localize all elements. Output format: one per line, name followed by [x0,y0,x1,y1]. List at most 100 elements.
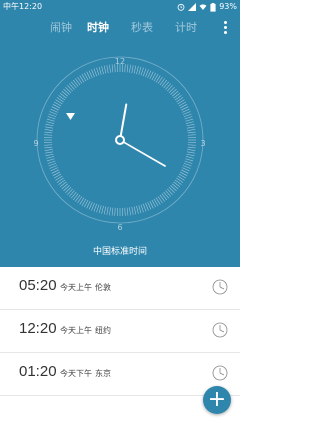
clock-tick [129,207,131,216]
tab-alarm[interactable]: 闹钟 [41,18,81,38]
clock-tick [133,65,137,74]
clock-tick [187,134,196,136]
world-clock-city: 纽约 [95,326,111,335]
world-clock-day: 今天上午 [60,283,92,292]
clock-tick [184,160,193,164]
world-clock-city: 伦敦 [95,283,111,292]
clock-center [115,135,125,145]
clock-tick [45,153,54,157]
clock-tick [46,158,55,162]
clock-tick [45,126,54,129]
world-clock-time: 01:20 [19,363,57,380]
clock-tick [145,202,149,211]
clock-tick [187,131,196,134]
clock-tick [187,144,196,146]
clock-tick [186,151,195,154]
mini-clock-icon [212,322,228,338]
clock-tick [44,134,53,136]
clock-panel: 中午12:20 93% 闹钟 时钟 秒表 计时 12 3 6 9 中国标准时间 [0,0,240,267]
clock-tick [111,64,114,73]
status-time: 中午12:20 [3,2,43,11]
clock-tick [44,149,53,151]
wifi-icon [199,4,207,10]
tab-timer[interactable]: 计时 [166,18,206,38]
world-clock-day: 今天上午 [60,326,92,335]
status-icons: 93% [177,0,237,14]
clock-tick [91,69,95,78]
numeral-12: 12 [115,57,125,66]
clock-tick [106,65,109,74]
clock-tick [98,66,102,75]
tab-stopwatch[interactable]: 秒表 [122,18,162,38]
clock-tick [93,68,98,77]
clock-tick [124,207,126,216]
status-bar: 中午12:20 93% [0,0,240,14]
world-clock-list: 05:20 今天上午 伦敦 12:20 今天上午 纽约 01:20 今天下午 东… [0,267,240,396]
clock-tick [147,70,152,79]
clock-tick [187,146,196,149]
world-clock-item[interactable]: 01:20 今天下午 东京 [0,353,240,396]
world-clock-day: 今天下午 [60,369,92,378]
clock-tick [98,205,102,214]
clock-tick [187,149,196,151]
clock-tick [96,67,100,76]
clock-tick [133,206,137,215]
clock-tick [47,160,56,164]
clock-tick [187,129,196,131]
clock-tick [138,205,142,214]
clock-tick [186,153,195,157]
clock-tick [136,66,139,75]
timezone-label: 中国标准时间 [92,247,147,257]
clock-tick [49,165,58,169]
add-city-button[interactable]: + [203,386,231,414]
seconds-marker-icon [66,113,75,120]
clock-tick [109,64,111,73]
clock-tick [46,121,55,124]
clock-tick [91,202,95,211]
clock-tick [182,111,191,115]
clock-tick [145,69,149,78]
clock-tick [47,116,56,120]
tab-bar: 闹钟 时钟 秒表 计时 [0,18,240,38]
clock-tick [129,64,131,73]
clock-tick [147,201,152,210]
world-clock-item[interactable]: 05:20 今天上午 伦敦 [0,267,240,310]
clock-tick [184,116,193,120]
clock-tick [181,167,190,172]
clock-tick [182,165,191,169]
numeral-9: 9 [33,139,38,148]
tab-clock[interactable]: 时钟 [78,18,118,38]
battery-icon [210,2,216,12]
clock-tick [183,113,192,118]
clock-tick [186,123,195,127]
clock-tick [103,65,107,74]
clock-tick [142,203,147,212]
clock-tick [185,118,194,122]
clock-tick [140,204,144,213]
more-options-icon[interactable] [224,21,228,35]
clock-tick [48,113,57,118]
world-clock-city: 东京 [95,369,111,378]
clock-tick [88,70,93,79]
clock-tick [45,123,54,127]
clock-tick [45,151,54,154]
clock-tick [49,111,58,115]
clock-tick [140,67,144,76]
world-clock-time: 05:20 [19,277,57,294]
clock-tick [186,126,195,129]
clock-tick [185,156,194,159]
clock-tick [126,207,129,216]
clock-tick [142,68,147,77]
clock-tick [101,205,104,214]
clock-tick [46,156,55,159]
hour-hand [119,103,128,141]
minute-hand [119,139,166,167]
clock-tick [48,162,57,167]
clock-tick [44,146,53,149]
clock-tick [106,206,109,215]
clock-tick [44,129,53,131]
numeral-3: 3 [200,139,205,148]
clock-tick [101,66,104,75]
world-clock-item[interactable]: 12:20 今天上午 纽约 [0,310,240,353]
signal-icon [188,3,197,11]
